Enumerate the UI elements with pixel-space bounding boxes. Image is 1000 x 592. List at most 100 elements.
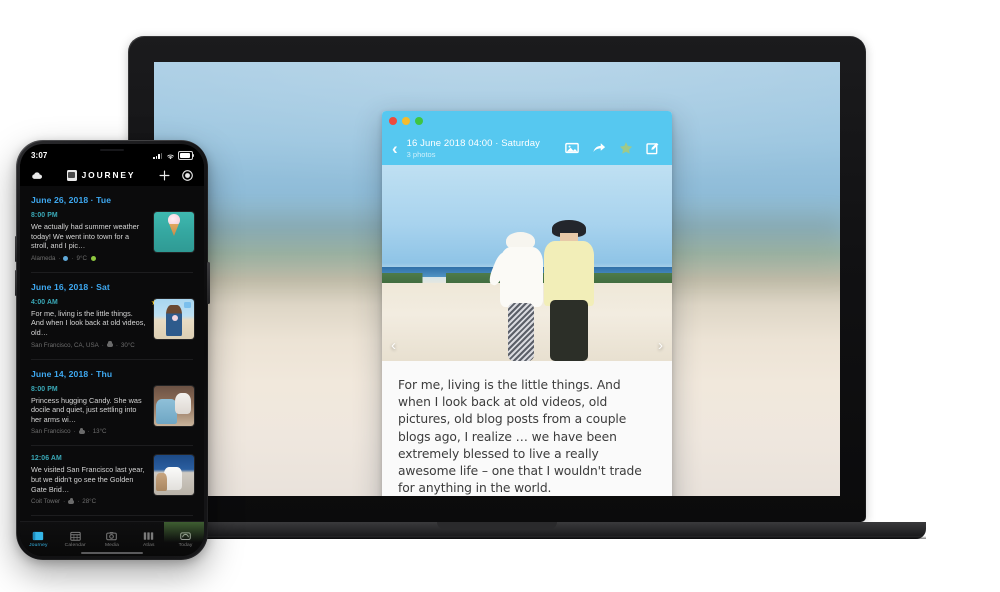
- window-titlebar: [382, 111, 672, 131]
- journal-icon: [32, 530, 44, 541]
- entry-time: 4:00 AM: [31, 298, 58, 306]
- close-button[interactable]: [389, 117, 397, 125]
- day-group: June 26, 2018 · Tue 8:00 PM We actually …: [20, 186, 204, 273]
- entry-content: 8:00 PM Princess hugging Candy. She was …: [31, 386, 147, 436]
- app-title: JOURNEY: [81, 170, 136, 180]
- entry-thumbnail[interactable]: [154, 298, 194, 339]
- journey-logo-icon: [66, 169, 77, 181]
- entry-header: ‹ 16 June 2018 04:00 · Saturday 3 photos: [382, 131, 672, 165]
- phone-device: 3:07 JOURNEY June 26, 2018 · Tue 8:00 PM…: [14, 140, 210, 560]
- phone-screen: 3:07 JOURNEY June 26, 2018 · Tue 8:00 PM…: [20, 144, 204, 556]
- entry-location: San Francisco, CA, USA: [31, 341, 99, 349]
- entry-body: For me, living is the little things. And…: [382, 361, 672, 496]
- status-time: 3:07: [31, 151, 48, 160]
- home-indicator[interactable]: [81, 551, 143, 554]
- star-icon[interactable]: [619, 141, 633, 155]
- edit-icon[interactable]: [646, 141, 660, 155]
- status-indicators: [153, 147, 195, 165]
- calendar-icon: [69, 530, 81, 541]
- tab-calendar[interactable]: Calendar: [57, 530, 94, 548]
- list-item[interactable]: 4:00 AM For me, living is the little thi…: [20, 298, 204, 359]
- maximize-button[interactable]: [415, 117, 423, 125]
- entry-location: Coit Tower: [31, 498, 61, 506]
- meta-separator: ·: [77, 498, 80, 506]
- tab-label: Media: [104, 543, 120, 548]
- add-entry-icon[interactable]: [159, 170, 170, 181]
- app-nav-bar: JOURNEY: [20, 164, 204, 186]
- entry-thumbnail[interactable]: [154, 385, 194, 426]
- tab-label: Calendar: [64, 543, 86, 548]
- entry-time: 8:00 PM: [31, 212, 58, 219]
- entry-time: 8:00 PM: [31, 385, 58, 393]
- laptop-screen: ‹ 16 June 2018 04:00 · Saturday 3 photos: [154, 62, 840, 496]
- tab-media[interactable]: Media: [94, 530, 131, 548]
- window-controls: [389, 117, 423, 125]
- entry-content: 4:00 AM For me, living is the little thi…: [31, 299, 147, 349]
- entry-meta: San Francisco, CA, USA · · 30°C: [31, 341, 147, 349]
- camera-icon: [106, 530, 118, 541]
- entry-photo-count: 3 photos: [406, 149, 436, 159]
- tab-label: Atlas: [142, 543, 155, 548]
- laptop-device: ‹ 16 June 2018 04:00 · Saturday 3 photos: [68, 36, 926, 539]
- photo-count-badge-icon: [184, 301, 191, 308]
- entry-meta: San Francisco · · 13°C: [31, 428, 147, 435]
- entry-preview-text: We visited San Francisco last year, but …: [31, 465, 145, 494]
- tab-today[interactable]: Today: [167, 530, 204, 548]
- entry-location: Alameda: [31, 254, 56, 262]
- entry-preview-text: We actually had summer weather today! We…: [31, 222, 140, 251]
- share-icon[interactable]: [592, 141, 606, 155]
- entry-thumbnail[interactable]: [154, 455, 194, 496]
- minimize-button[interactable]: [402, 117, 410, 125]
- photo-next-icon[interactable]: ›: [658, 338, 663, 353]
- entry-time: 12:06 AM: [31, 455, 62, 463]
- tab-atlas[interactable]: Atlas: [130, 530, 167, 548]
- photo-prev-icon[interactable]: ‹: [391, 338, 396, 353]
- phone-volume-up-button[interactable]: [14, 236, 17, 262]
- meta-separator: ·: [73, 428, 76, 436]
- meta-separator: ·: [115, 341, 118, 349]
- cloud-sync-icon[interactable]: [31, 171, 43, 180]
- mood-indicator: [90, 255, 97, 262]
- entry-temperature: 9°C: [76, 254, 87, 262]
- bottom-tab-bar[interactable]: Journey Calendar Media Atlas Today: [20, 521, 204, 556]
- entry-date-title: 16 June 2018 04:00 · Saturday: [406, 137, 541, 149]
- entry-actions: [565, 141, 662, 155]
- list-item[interactable]: 8:00 PM Princess hugging Candy. She was …: [20, 385, 204, 446]
- entry-temperature: 13°C: [92, 428, 107, 436]
- product-showcase-scene: ‹ 16 June 2018 04:00 · Saturday 3 photos: [0, 0, 1000, 592]
- photo-person-left: [487, 231, 544, 361]
- entry-header-text: 16 June 2018 04:00 · Saturday 3 photos: [407, 138, 565, 159]
- tab-journey[interactable]: Journey: [20, 530, 57, 548]
- entry-content: 12:06 AM We visited San Francisco last y…: [31, 455, 147, 505]
- phone-notch: [75, 144, 149, 158]
- entry-photo[interactable]: ‹ ›: [382, 165, 672, 361]
- list-item[interactable]: 8:00 PM We actually had summer weather t…: [20, 212, 204, 272]
- phone-power-button[interactable]: [207, 262, 210, 304]
- wifi-icon: [166, 147, 175, 165]
- cloud-icon: [78, 428, 85, 434]
- list-item[interactable]: 12:06 AM We visited San Francisco last y…: [20, 446, 204, 515]
- sun-icon: [63, 255, 69, 261]
- tab-label: Today: [178, 543, 193, 548]
- entry-preview-text: Princess hugging Candy. She was docile a…: [31, 395, 142, 424]
- phone-volume-down-button[interactable]: [14, 270, 17, 296]
- entry-location: San Francisco: [31, 428, 71, 436]
- entry-temperature: 30°C: [120, 341, 135, 349]
- journey-desktop-window[interactable]: ‹ 16 June 2018 04:00 · Saturday 3 photos: [382, 111, 672, 496]
- app-brand: JOURNEY: [43, 169, 159, 181]
- timer-icon[interactable]: [182, 169, 193, 181]
- meta-separator: ·: [58, 254, 61, 262]
- nav-left-actions: [31, 171, 43, 180]
- photo-icon[interactable]: [565, 141, 579, 155]
- battery-icon: [178, 151, 195, 160]
- entry-thumbnail[interactable]: [154, 212, 194, 252]
- entry-temperature: 28°C: [82, 498, 97, 506]
- entry-preview-text: For me, living is the little things. And…: [31, 308, 146, 337]
- day-group: June 16, 2018 · Sat 4:00 AM For me, livi…: [20, 273, 204, 360]
- back-icon[interactable]: ‹: [392, 140, 398, 157]
- journey-feed[interactable]: June 26, 2018 · Tue 8:00 PM We actually …: [20, 186, 204, 521]
- tab-label: Journey: [29, 543, 48, 548]
- meta-separator: ·: [101, 341, 104, 349]
- entry-content: 8:00 PM We actually had summer weather t…: [31, 212, 147, 262]
- cloud-icon: [106, 341, 113, 348]
